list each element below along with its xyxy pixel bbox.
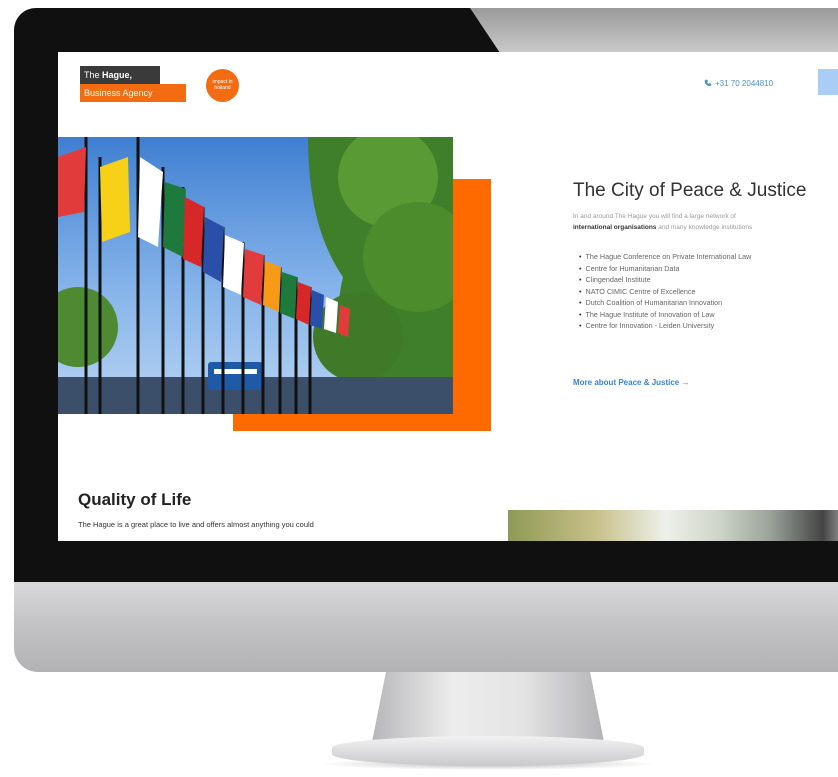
quality-photo-strip — [508, 510, 838, 541]
monitor-stand-base — [332, 736, 644, 766]
website-screen: The Hague, Business Agency impact in hol… — [58, 52, 838, 541]
monitor-chin — [14, 582, 838, 672]
organisations-list: The Hague Conference on Private Internat… — [573, 251, 752, 332]
quality-of-life-heading: Quality of Life — [78, 490, 192, 509]
quality-of-life-text: The Hague is a great place to live and o… — [78, 520, 314, 529]
phone-number: +31 70 2044810 — [715, 79, 774, 88]
logo-line-2: Business Agency — [80, 84, 186, 102]
impact-in-holland-badge: impact in holland — [206, 69, 239, 102]
flags-avenue-photo — [58, 137, 453, 414]
logo-line-1: The Hague, — [80, 66, 160, 84]
monitor-stand-neck — [372, 672, 604, 742]
list-item: The Hague Conference on Private Internat… — [573, 251, 752, 263]
bezel-glare — [470, 8, 838, 52]
list-item: The Hague Institute of Innovation of Law — [573, 309, 751, 321]
desktop-monitor-mockup: The Hague, Business Agency impact in hol… — [0, 0, 838, 777]
list-item: Dutch Coalition of Humanitarian Innovati… — [573, 297, 751, 309]
logo-city: Hague, — [102, 70, 133, 80]
peace-intro-bold: international organisations — [573, 224, 657, 231]
site-logo[interactable]: The Hague, Business Agency — [80, 66, 186, 104]
header-cta-button[interactable] — [818, 69, 838, 95]
flags-illustration — [58, 137, 453, 414]
list-item: Centre for Humanitarian Data — [573, 263, 751, 275]
more-about-peace-link[interactable]: More about Peace & Justice → — [573, 378, 689, 387]
peace-intro-line-2: international organisations and many kno… — [573, 224, 752, 231]
phone-icon — [704, 79, 712, 87]
peace-justice-heading: The City of Peace & Justice — [573, 180, 807, 201]
peace-intro-rest: and many knowledge institutions — [656, 224, 753, 231]
list-item: Clingendael Institute — [573, 274, 751, 286]
phone-number-link[interactable]: +31 70 2044810 — [704, 79, 773, 88]
list-item: Centre for Innovation - Leiden Universit… — [573, 320, 751, 332]
peace-intro-line-1: In and around The Hague you will find a … — [573, 213, 736, 220]
logo-prefix: The — [84, 70, 100, 80]
list-item: NATO CIMIC Centre of Excellence — [573, 286, 751, 298]
